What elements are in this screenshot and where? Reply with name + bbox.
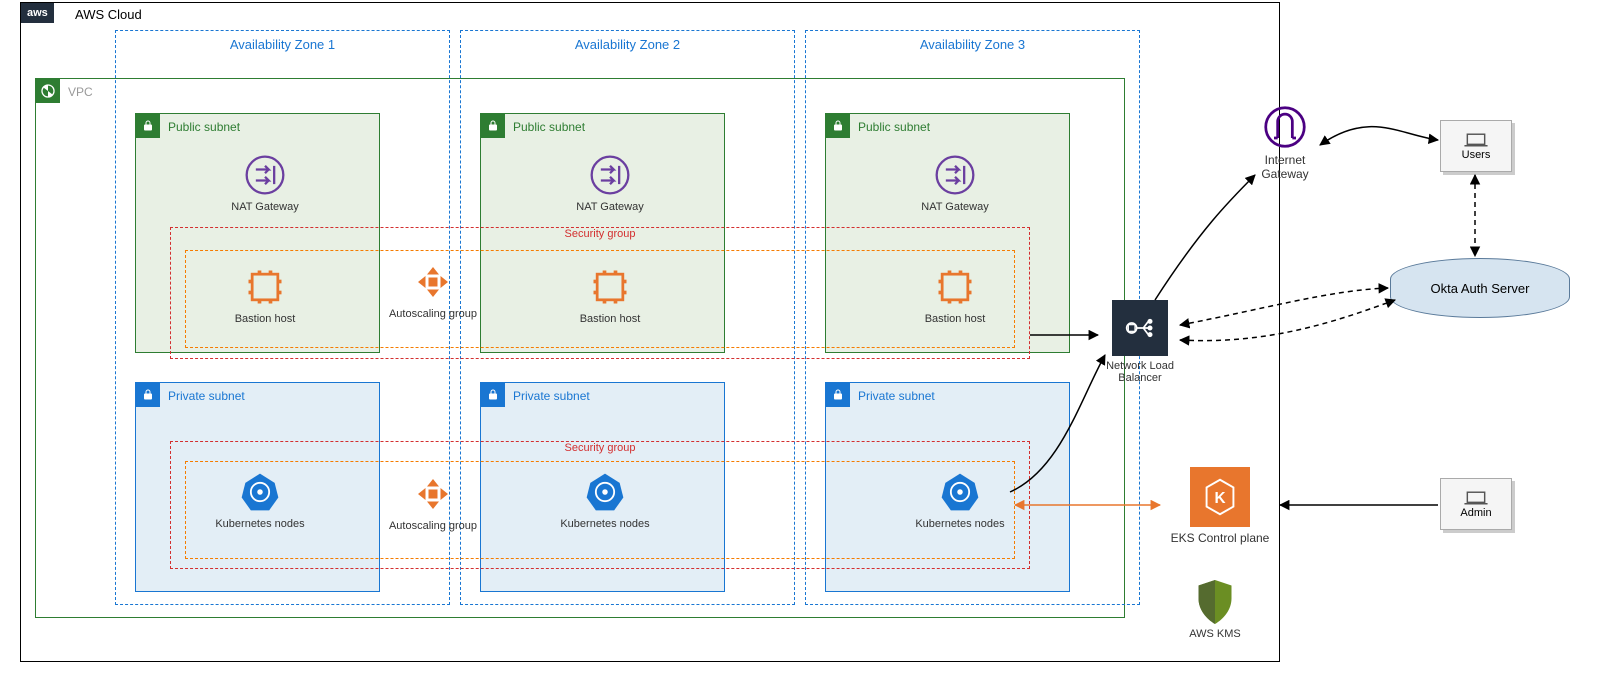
admin-box: Admin <box>1440 478 1512 530</box>
admin-label: Admin <box>1460 507 1491 519</box>
az-3-label: Availability Zone 3 <box>806 31 1139 52</box>
bastion-label: Bastion host <box>925 313 986 325</box>
lock-icon <box>826 114 850 138</box>
az-2-label: Availability Zone 2 <box>461 31 794 52</box>
lock-icon <box>481 383 505 407</box>
asg-label: Autoscaling group <box>389 308 477 320</box>
bastion-host-icon <box>933 265 977 309</box>
lock-icon <box>136 114 160 138</box>
bastion-host-icon <box>588 265 632 309</box>
autoscaling-icon <box>411 260 455 304</box>
laptop-icon <box>1463 489 1489 507</box>
nlb-icon <box>1112 300 1168 356</box>
svg-text:K: K <box>1214 490 1225 507</box>
public-subnet-label: Public subnet <box>168 120 240 134</box>
asg-bastion-icon: Autoscaling group <box>388 260 478 320</box>
nat-gateway-icon <box>933 153 977 197</box>
internet-gateway: Internet Gateway <box>1240 105 1330 181</box>
private-subnet-label: Private subnet <box>513 389 590 403</box>
vpc-label: VPC <box>68 85 93 99</box>
asg-label: Autoscaling group <box>389 520 477 532</box>
k8s-1: Kubernetes nodes <box>210 470 310 530</box>
eks-icon: K <box>1190 467 1250 527</box>
lock-icon <box>136 383 160 407</box>
aws-cloud-label: AWS Cloud <box>75 7 142 22</box>
bastion-1: Bastion host <box>225 265 305 325</box>
bastion-3: Bastion host <box>915 265 995 325</box>
bastion-label: Bastion host <box>235 313 296 325</box>
igw-label: Internet Gateway <box>1240 153 1330 181</box>
k8s-label: Kubernetes nodes <box>560 518 649 530</box>
okta-auth-server: Okta Auth Server <box>1390 258 1570 318</box>
private-subnet-label: Private subnet <box>858 389 935 403</box>
kubernetes-icon <box>583 470 627 514</box>
kubernetes-icon <box>938 470 982 514</box>
az-1-label: Availability Zone 1 <box>116 31 449 52</box>
security-group-label: Security group <box>171 228 1029 240</box>
aws-kms: AWS KMS <box>1175 580 1255 640</box>
bastion-host-icon <box>243 265 287 309</box>
nat-gateway-icon <box>243 153 287 197</box>
nat-gateway-2: NAT Gateway <box>570 153 650 213</box>
nat-gateway-label: NAT Gateway <box>576 201 643 213</box>
nlb-label: Network Load Balancer <box>1100 360 1180 384</box>
aws-logo-tag: aws <box>21 3 54 23</box>
lock-icon <box>481 114 505 138</box>
nat-gateway-label: NAT Gateway <box>231 201 298 213</box>
aws-logo-icon: aws <box>21 3 54 23</box>
kms-label: AWS KMS <box>1189 628 1241 640</box>
nat-gateway-1: NAT Gateway <box>225 153 305 213</box>
autoscaling-icon <box>411 472 455 516</box>
eks-label: EKS Control plane <box>1171 531 1270 545</box>
bastion-2: Bastion host <box>570 265 650 325</box>
okta-label: Okta Auth Server <box>1431 281 1530 296</box>
vpc-icon <box>36 79 60 103</box>
k8s-3: Kubernetes nodes <box>910 470 1010 530</box>
users-label: Users <box>1462 149 1491 161</box>
k8s-label: Kubernetes nodes <box>215 518 304 530</box>
laptop-icon <box>1463 131 1489 149</box>
eks-control-plane: K EKS Control plane <box>1165 467 1275 545</box>
public-subnet-label: Public subnet <box>858 120 930 134</box>
bastion-label: Bastion host <box>580 313 641 325</box>
network-load-balancer: Network Load Balancer <box>1100 300 1180 384</box>
private-subnet-label: Private subnet <box>168 389 245 403</box>
kubernetes-icon <box>238 470 282 514</box>
public-subnet-label: Public subnet <box>513 120 585 134</box>
nat-gateway-label: NAT Gateway <box>921 201 988 213</box>
nat-gateway-icon <box>588 153 632 197</box>
nat-gateway-3: NAT Gateway <box>915 153 995 213</box>
k8s-2: Kubernetes nodes <box>555 470 655 530</box>
lock-icon <box>826 383 850 407</box>
users-box: Users <box>1440 120 1512 172</box>
internet-gateway-icon <box>1263 105 1307 149</box>
security-group-label: Security group <box>171 442 1029 454</box>
kms-icon <box>1193 580 1237 624</box>
asg-k8s-icon: Autoscaling group <box>388 472 478 532</box>
k8s-label: Kubernetes nodes <box>915 518 1004 530</box>
